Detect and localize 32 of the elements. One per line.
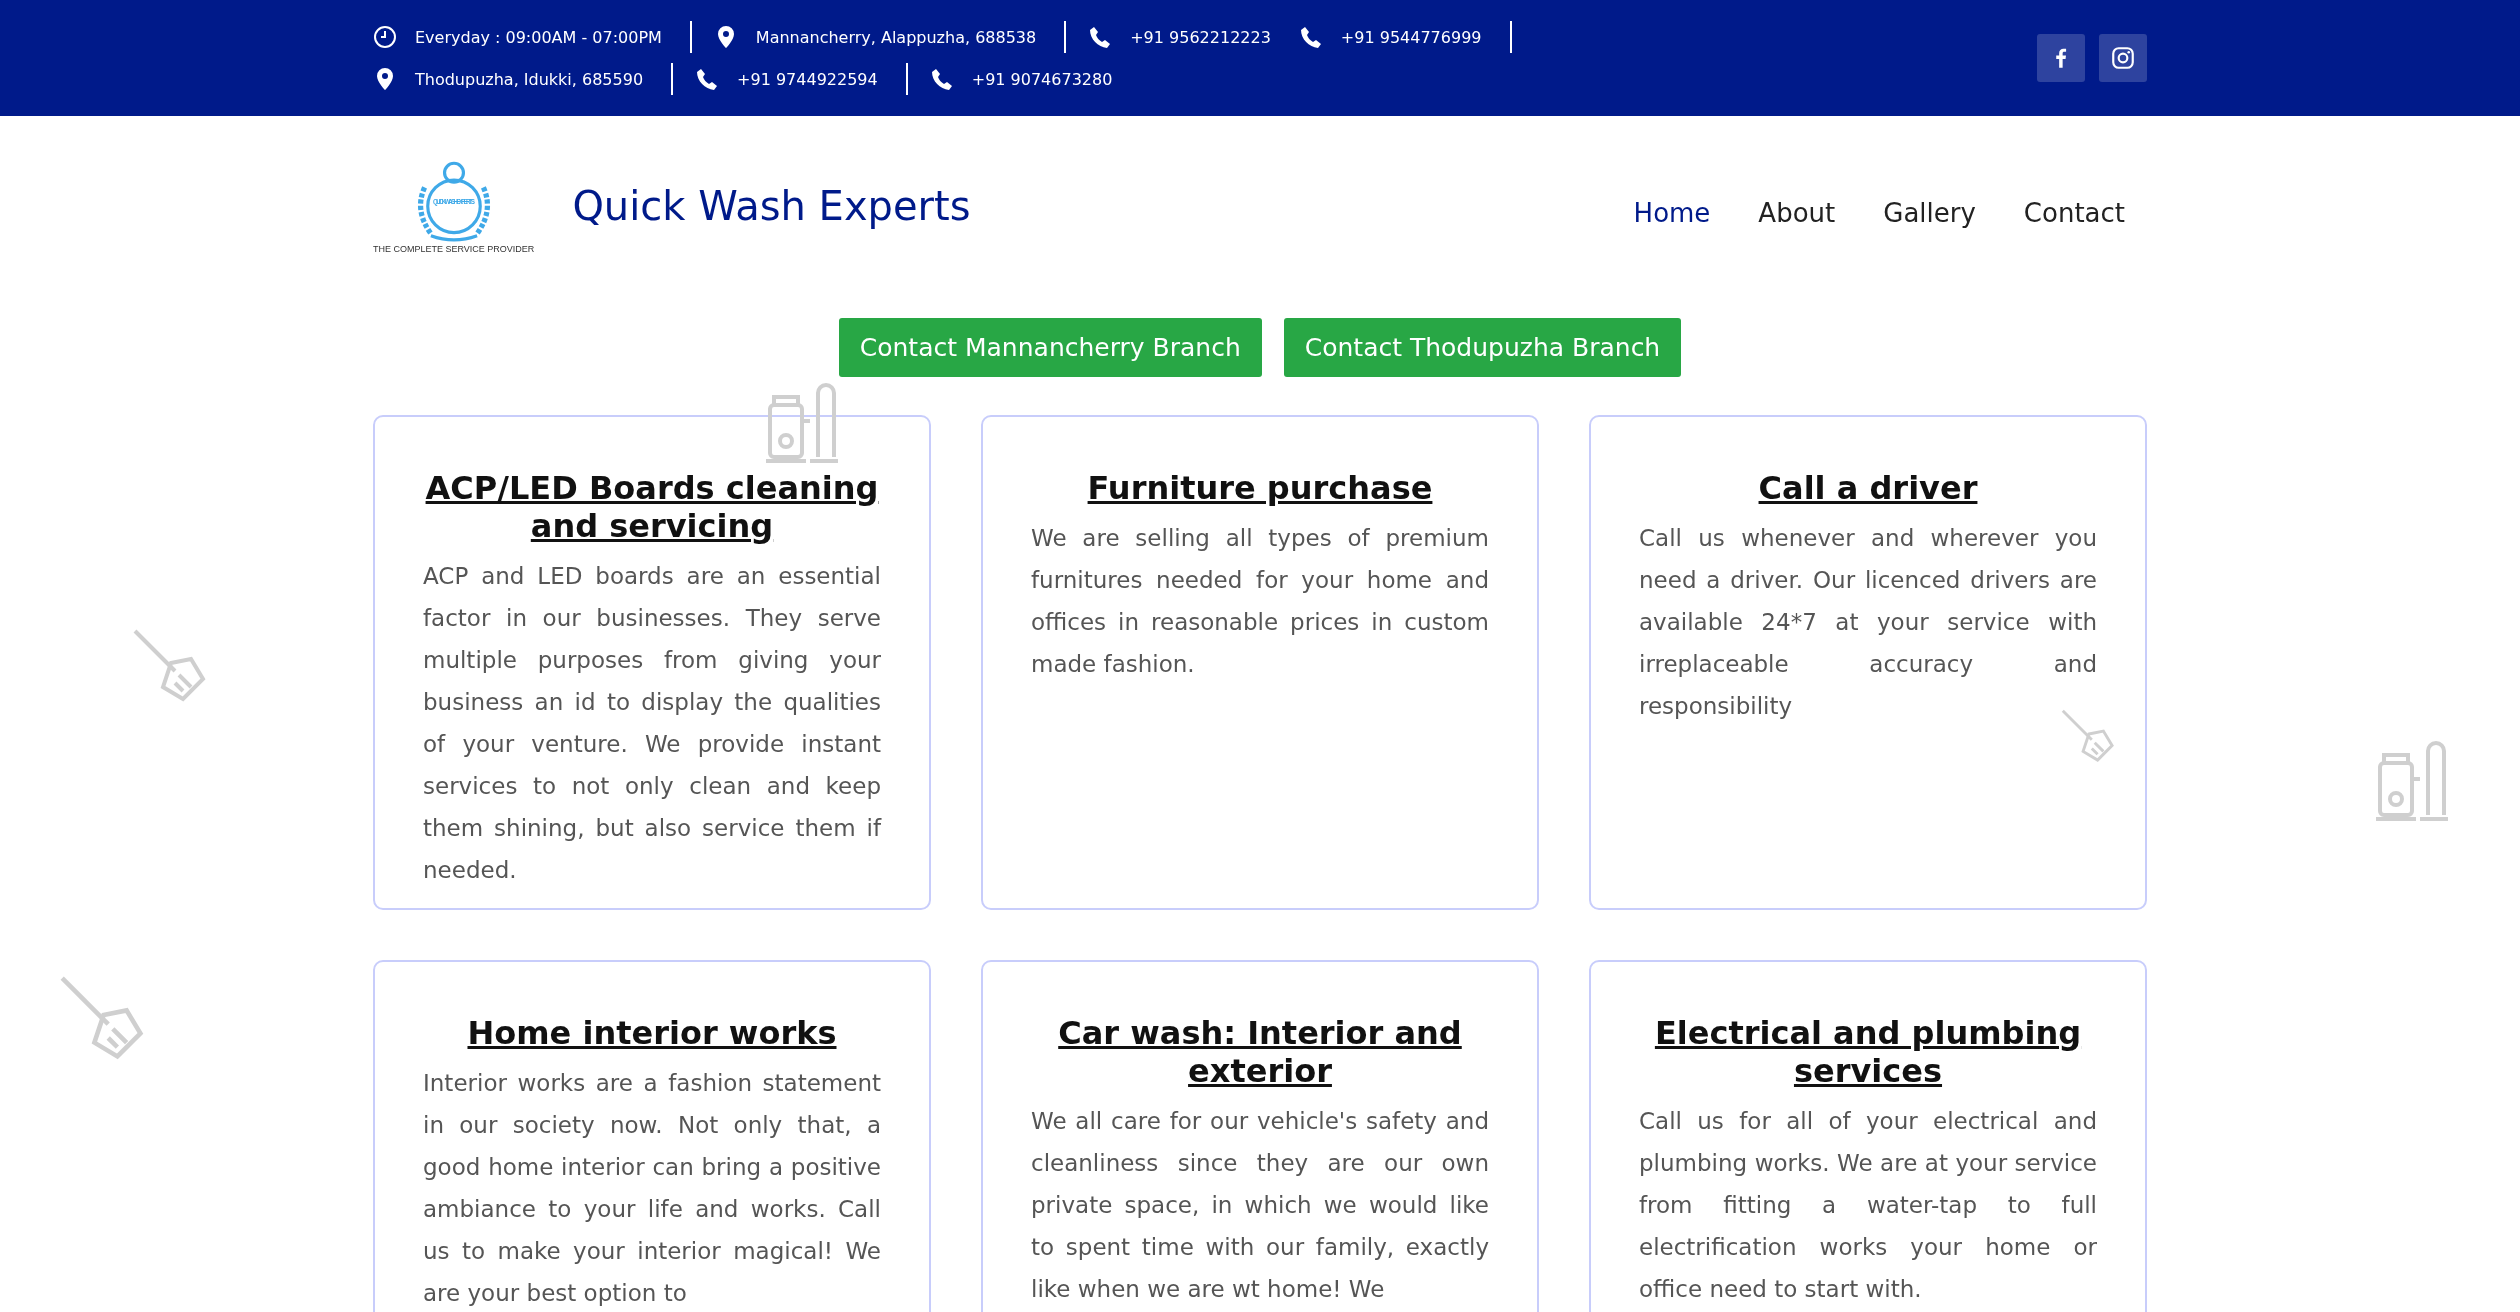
service-title: Car wash: Interior and exterior xyxy=(1057,1014,1463,1090)
service-description: Call us for all of your electrical and plumbing works. We are at your service from fitting a water-tap to full electrification works your home or office need to start with. xyxy=(1639,1107,2097,1304)
nav-link[interactable]: About xyxy=(1758,198,1836,228)
service-title: Furniture purchase xyxy=(1086,469,1434,507)
phone-icon xyxy=(1298,25,1323,49)
phone-icon xyxy=(1088,25,1113,49)
service-title: Call a driver xyxy=(1757,469,1979,507)
site-title[interactable]: Quick Wash Experts xyxy=(572,183,971,229)
logo-tagline: THE COMPLETE SERVICE PROVIDER xyxy=(373,244,535,254)
nav-link[interactable]: Contact xyxy=(2023,198,2125,228)
contact-info: Thodupuzha, Idukki, 685590 xyxy=(415,69,644,89)
contact-info: +91 9544776999 xyxy=(1340,27,1482,47)
contact-info: +91 9074673280 xyxy=(971,69,1113,89)
service-title: ACP/LED Boards cleaning and servicing xyxy=(424,469,880,545)
contact-info: Everyday : 09:00AM - 07:00PM xyxy=(415,27,662,47)
nav-link[interactable]: Home xyxy=(1633,198,1711,228)
phone-icon xyxy=(695,67,720,91)
service-title: Home interior works xyxy=(466,1014,838,1052)
clock-icon xyxy=(373,25,397,49)
service-description: Call us whenever and wherever you need a driver. Our licenced drivers are available 24*7 at your service with irreplaceable accuracy and responsibility xyxy=(1639,524,2097,721)
facebook-icon[interactable] xyxy=(2037,34,2085,82)
contact-info: +91 9744922594 xyxy=(737,69,878,89)
service-description: We are selling all types of premium furnitures needed for your home and offices in reasonable prices in custom made fashion. xyxy=(1031,524,1489,679)
nav-link[interactable]: Gallery xyxy=(1883,198,1976,228)
contact-info: +91 9562212223 xyxy=(1130,27,1271,47)
service-description: Interior works are a fashion statement in our society now. Not only that, a good home interior can bring a positive ambiance to your life and works. Call us to make your interior magical! We are your best option to xyxy=(423,1069,881,1308)
instagram-icon[interactable] xyxy=(2099,34,2147,82)
contact-info: Mannancherry, Alappuzha, 688538 xyxy=(755,27,1037,47)
phone-icon xyxy=(929,67,954,91)
service-description: ACP and LED boards are an essential factor in our businesses. They serve multiple purposes from giving your business an id to display the qualities of your venture. We provide instant services to not only clean and keep them shining, but also service them if needed. xyxy=(423,562,881,885)
service-title: Electrical and plumbing services xyxy=(1653,1014,2083,1090)
service-description: We all care for our vehicle's safety and cleanliness since they are our own private space, in which we would like to spent time with our family, exactly like when we are wt home! We xyxy=(1031,1107,1489,1304)
